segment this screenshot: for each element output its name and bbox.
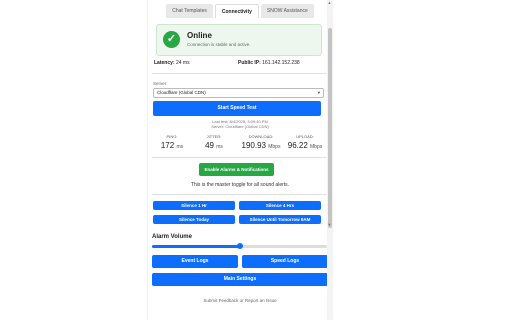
last-test-info: Last test: 8/4/2025, 3:09:40 PM Server: …	[148, 119, 332, 129]
metric-value: 172	[160, 141, 175, 150]
slider-thumb[interactable]	[236, 243, 243, 249]
scrollbar[interactable]: ▲ ▼	[327, 0, 332, 320]
public-ip-label: Public IP:	[238, 60, 261, 66]
silence-until-tomorrow-button[interactable]: Silence Until Tomorrow 9AM	[239, 215, 321, 224]
metric-label: PING:	[166, 134, 178, 139]
metric-unit: ms	[216, 144, 223, 150]
metric-unit: ms	[176, 144, 184, 150]
tab-bar: Chat Templates Connectivity SNOW Assista…	[148, 4, 332, 18]
silence-1hr-button[interactable]: Silence 1 Hr	[153, 201, 235, 210]
slider-fill	[152, 245, 240, 248]
silence-4hrs-button[interactable]: Silence 4 Hrs	[239, 201, 321, 210]
status-card: ✓ Online Connection is stable and active…	[156, 24, 322, 56]
last-test-server: Server: Cloudflare (Global CDN)	[211, 124, 269, 129]
event-logs-button[interactable]: Event Logs	[152, 255, 238, 268]
metric-upload: UPLOAD: 96.22 Mbps	[282, 134, 328, 150]
metric-download: DOWNLOAD: 190.93 Mbps	[238, 134, 284, 150]
alarms-note: This is the master toggle for all sound …	[190, 182, 290, 188]
scroll-up-icon[interactable]: ▲	[327, 0, 332, 5]
metric-label: DOWNLOAD:	[248, 134, 274, 139]
metric-value: 190.93	[241, 141, 266, 150]
public-ip-info: Public IP: 161.142.152.238	[238, 60, 300, 66]
public-ip-value: 161.142.152.238	[262, 60, 300, 66]
speed-logs-button[interactable]: Speed Logs	[242, 255, 328, 268]
alarm-volume-slider[interactable]	[152, 243, 327, 249]
server-label: Server:	[153, 81, 168, 86]
silence-today-button[interactable]: Silence Today	[153, 215, 235, 224]
main-settings-button[interactable]: Main Settings	[152, 273, 328, 286]
metric-label: UPLOAD:	[296, 134, 314, 139]
metric-label: JITTER:	[206, 134, 222, 139]
metric-ping: PING: 172 ms	[152, 134, 192, 150]
metric-value: 96.22	[287, 141, 308, 150]
tab-snow-assistance[interactable]: SNOW Assistance	[260, 4, 314, 18]
metric-jitter: JITTER: 49 ms	[194, 134, 234, 150]
tab-connectivity[interactable]: Connectivity	[214, 4, 259, 18]
extension-panel: Chat Templates Connectivity SNOW Assista…	[148, 0, 332, 320]
scroll-down-icon[interactable]: ▼	[327, 222, 332, 227]
server-select[interactable]: Cloudflare (Global CDN) ▾	[153, 88, 324, 98]
alarm-volume-label: Alarm Volume	[152, 234, 192, 240]
feedback-link[interactable]: Submit Feedback or Report an Issue	[148, 298, 332, 303]
check-icon: ✓	[163, 31, 180, 48]
latency-label: Latency:	[154, 60, 175, 66]
status-title: Online	[187, 31, 212, 40]
divider	[152, 73, 328, 74]
metric-unit: Mbps	[310, 144, 323, 150]
tab-chat-templates[interactable]: Chat Templates	[166, 4, 213, 18]
metric-value: 49	[205, 141, 214, 150]
server-selected-value: Cloudflare (Global CDN)	[157, 90, 206, 95]
enable-alarms-button[interactable]: Enable Alarms & Notifications	[199, 163, 274, 176]
latency-value: 24 ms	[175, 60, 190, 66]
divider	[152, 157, 328, 158]
scroll-thumb[interactable]	[328, 28, 332, 228]
divider	[152, 194, 328, 195]
chevron-down-icon: ▾	[317, 90, 320, 95]
start-speed-test-button[interactable]: Start Speed Test	[153, 101, 321, 116]
latency-info: Latency: 24 ms	[154, 60, 190, 66]
metric-unit: Mbps	[268, 144, 281, 150]
status-subtitle: Connection is stable and active.	[187, 42, 251, 47]
